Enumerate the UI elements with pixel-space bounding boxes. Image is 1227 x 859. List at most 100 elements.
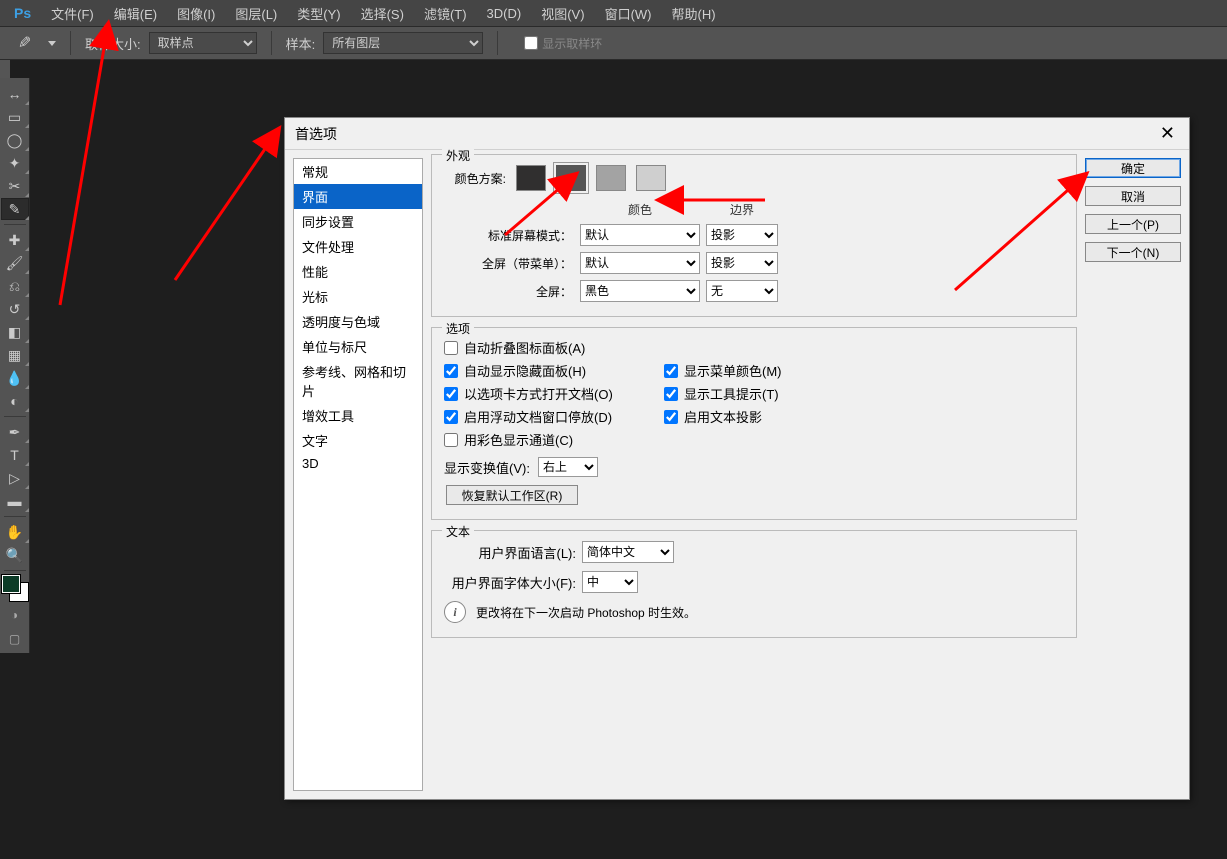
chk-autoshow-box[interactable] xyxy=(444,364,458,378)
shape-tool-icon[interactable]: ▬ xyxy=(1,490,29,512)
mode-full-color[interactable]: 黑色 xyxy=(580,280,700,302)
stamp-tool-icon[interactable]: ⎌ xyxy=(1,275,29,297)
cancel-button[interactable]: 取消 xyxy=(1085,186,1181,206)
show-sampling-ring-label: 显示取样环 xyxy=(542,35,602,52)
screen-mode-icon[interactable]: ▢ xyxy=(3,629,27,649)
menu-image[interactable]: 图像(I) xyxy=(167,4,225,23)
menu-layer[interactable]: 图层(L) xyxy=(225,4,287,23)
mode-fullmenu-color[interactable]: 默认 xyxy=(580,252,700,274)
category-cursors[interactable]: 光标 xyxy=(294,284,422,309)
transform-values-select[interactable]: 右上 xyxy=(538,457,598,477)
mode-full-border[interactable]: 无 xyxy=(706,280,778,302)
path-select-tool-icon[interactable]: ▷ xyxy=(1,467,29,489)
category-transparency[interactable]: 透明度与色域 xyxy=(294,309,422,334)
chk-tabdoc-box[interactable] xyxy=(444,387,458,401)
blur-tool-icon[interactable]: 💧 xyxy=(1,367,29,389)
category-file-handling[interactable]: 文件处理 xyxy=(294,234,422,259)
menu-3d[interactable]: 3D(D) xyxy=(477,6,532,21)
chk-tabdoc[interactable]: 以选项卡方式打开文档(O) xyxy=(444,384,644,403)
chk-colorchannel[interactable]: 用彩色显示通道(C) xyxy=(444,430,644,449)
menu-help[interactable]: 帮助(H) xyxy=(662,4,726,23)
quick-mask-icon[interactable]: ◑ xyxy=(3,605,27,625)
sample-size-select[interactable]: 取样点 xyxy=(149,32,257,54)
marquee-tool-icon[interactable]: ▭ xyxy=(1,106,29,128)
foreground-color-swatch[interactable] xyxy=(2,575,20,593)
chk-autoshow[interactable]: 自动显示隐藏面板(H) xyxy=(444,361,644,380)
dialog-content: 外观 颜色方案: 颜色 边界 标准屏幕模式： 默认 投影 全屏（带菜单）： xyxy=(423,150,1085,799)
color-scheme-swatch-3[interactable] xyxy=(596,165,626,191)
ok-button[interactable]: 确定 xyxy=(1085,158,1181,178)
chk-floatdock-box[interactable] xyxy=(444,410,458,424)
history-brush-tool-icon[interactable]: ↺ xyxy=(1,298,29,320)
options-legend: 选项 xyxy=(442,320,474,337)
category-3d[interactable]: 3D xyxy=(294,453,422,474)
chk-textshadow-box[interactable] xyxy=(664,410,678,424)
crop-tool-icon[interactable]: ✂ xyxy=(1,175,29,197)
type-tool-icon[interactable]: T xyxy=(1,444,29,466)
color-scheme-swatch-2[interactable] xyxy=(556,165,586,191)
next-button[interactable]: 下一个(N) xyxy=(1085,242,1181,262)
color-scheme-swatch-4[interactable] xyxy=(636,165,666,191)
chk-menucolor-label: 显示菜单颜色(M) xyxy=(684,361,782,380)
move-tool-icon[interactable]: ↔ xyxy=(1,83,29,105)
category-plugins[interactable]: 增效工具 xyxy=(294,403,422,428)
tool-preset-icon[interactable] xyxy=(18,33,38,53)
ui-language-select[interactable]: 简体中文 xyxy=(582,541,674,563)
chk-autocollapse[interactable]: 自动折叠图标面板(A) xyxy=(444,338,644,357)
lasso-tool-icon[interactable]: ◯ xyxy=(1,129,29,151)
eraser-tool-icon[interactable]: ◧ xyxy=(1,321,29,343)
mode-standard-border[interactable]: 投影 xyxy=(706,224,778,246)
color-swatches[interactable] xyxy=(2,575,28,601)
chk-floatdock[interactable]: 启用浮动文档窗口停放(D) xyxy=(444,407,644,426)
prev-button[interactable]: 上一个(P) xyxy=(1085,214,1181,234)
zoom-tool-icon[interactable]: 🔍 xyxy=(1,544,29,566)
pen-tool-icon[interactable]: ✒ xyxy=(1,421,29,443)
gradient-tool-icon[interactable]: ▦ xyxy=(1,344,29,366)
eyedropper-tool-icon[interactable]: ✎ xyxy=(1,198,29,220)
chk-colorchannel-label: 用彩色显示通道(C) xyxy=(464,430,573,449)
chk-textshadow[interactable]: 启用文本投影 xyxy=(664,407,864,426)
category-sync[interactable]: 同步设置 xyxy=(294,209,422,234)
category-guides[interactable]: 参考线、网格和切片 xyxy=(294,359,422,403)
menu-type[interactable]: 类型(Y) xyxy=(287,4,350,23)
menu-filter[interactable]: 滤镜(T) xyxy=(414,4,477,23)
chk-autocollapse-label: 自动折叠图标面板(A) xyxy=(464,338,585,357)
chk-autocollapse-box[interactable] xyxy=(444,341,458,355)
sample-label: 样本: xyxy=(286,34,316,53)
category-general[interactable]: 常规 xyxy=(294,159,422,184)
sample-layers-select[interactable]: 所有图层 xyxy=(323,32,483,54)
menu-select[interactable]: 选择(S) xyxy=(351,4,414,23)
mode-fullmenu-border[interactable]: 投影 xyxy=(706,252,778,274)
ui-font-size-select[interactable]: 中 xyxy=(582,571,638,593)
close-icon[interactable]: ✕ xyxy=(1156,119,1179,148)
mode-standard-color[interactable]: 默认 xyxy=(580,224,700,246)
menu-view[interactable]: 视图(V) xyxy=(531,4,594,23)
category-interface[interactable]: 界面 xyxy=(294,184,422,209)
chk-colorchannel-box[interactable] xyxy=(444,433,458,447)
show-sampling-ring-checkbox[interactable] xyxy=(524,36,538,50)
brush-tool-icon[interactable]: 🖌 xyxy=(1,252,29,274)
dodge-tool-icon[interactable]: ◐ xyxy=(1,390,29,412)
menu-edit[interactable]: 编辑(E) xyxy=(104,4,167,23)
hand-tool-icon[interactable]: ✋ xyxy=(1,521,29,543)
ui-language-label: 用户界面语言(L): xyxy=(444,543,582,562)
dialog-title: 首选项 xyxy=(295,124,337,144)
app-logo: Ps xyxy=(4,5,41,21)
mode-head-border: 边界 xyxy=(706,201,778,218)
category-type[interactable]: 文字 xyxy=(294,428,422,453)
category-units[interactable]: 单位与标尺 xyxy=(294,334,422,359)
chk-tooltips-box[interactable] xyxy=(664,387,678,401)
chk-menucolor[interactable]: 显示菜单颜色(M) xyxy=(664,361,864,380)
menu-file[interactable]: 文件(F) xyxy=(41,4,104,23)
reset-workspaces-button[interactable]: 恢复默认工作区(R) xyxy=(446,485,578,505)
category-performance[interactable]: 性能 xyxy=(294,259,422,284)
color-scheme-swatch-1[interactable] xyxy=(516,165,546,191)
menu-window[interactable]: 窗口(W) xyxy=(595,4,662,23)
wand-tool-icon[interactable]: ✦ xyxy=(1,152,29,174)
healing-tool-icon[interactable]: ✚ xyxy=(1,229,29,251)
chk-menucolor-box[interactable] xyxy=(664,364,678,378)
panel-tab-strip[interactable] xyxy=(0,60,10,78)
chk-tooltips[interactable]: 显示工具提示(T) xyxy=(664,384,864,403)
tool-preset-dropdown-icon[interactable] xyxy=(48,41,56,46)
show-sampling-ring[interactable]: 显示取样环 xyxy=(524,35,602,52)
